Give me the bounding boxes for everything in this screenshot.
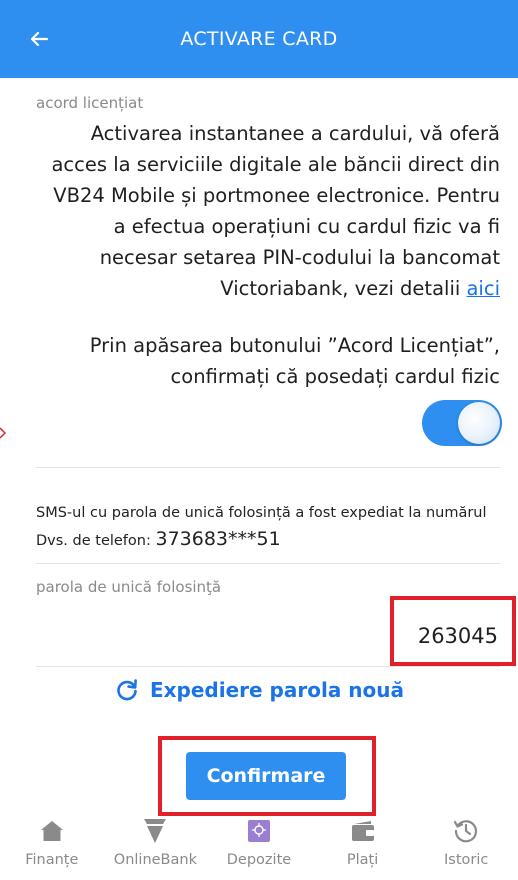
nav-item-plati[interactable]: Plați	[311, 818, 415, 868]
nav-label: Depozite	[226, 852, 292, 868]
nav-label: Finanțe	[25, 852, 79, 868]
refresh-icon	[117, 679, 137, 701]
license-text: Activarea instantanee a cardului, vă ofe…	[36, 118, 500, 304]
otp-label: parola de unică folosinţă	[36, 578, 222, 596]
confirm-notice: Prin apăsarea butonului ”Acord Licențiat…	[89, 334, 500, 388]
nav-label: OnlineBank	[113, 852, 197, 868]
confirm-button[interactable]: Confirmare	[186, 752, 346, 800]
otp-input[interactable]	[36, 618, 500, 654]
wallet-icon	[350, 818, 376, 844]
divider	[36, 563, 500, 564]
details-link[interactable]: aici	[466, 277, 500, 300]
history-icon	[453, 818, 479, 844]
edge-mark-icon	[0, 427, 6, 439]
resend-label: Expediere parola nouă	[149, 678, 404, 702]
resend-password-link[interactable]: Expediere parola nouă	[0, 677, 518, 703]
bottom-nav: Finanțe OnlineBank Depozite Plați Istori…	[0, 818, 518, 880]
app-header: ACTIVARE CARD	[0, 0, 518, 78]
license-label: acord licențiat	[36, 94, 144, 112]
license-toggle[interactable]	[422, 400, 502, 446]
arrow-left-icon	[30, 31, 49, 47]
sms-info: SMS-ul cu parola de unică folosință a fo…	[36, 500, 506, 554]
nav-label: Plați	[346, 852, 379, 868]
activation-screen: ACTIVARE CARD acord licențiat Activarea …	[0, 0, 518, 880]
nav-item-onlinebank[interactable]: OnlineBank	[104, 818, 208, 868]
divider	[36, 666, 500, 667]
nav-item-finante[interactable]: Finanțe	[0, 818, 104, 868]
toggle-knob	[458, 402, 500, 444]
phone-number: 373683***51	[155, 528, 281, 550]
nav-item-depozite[interactable]: Depozite	[207, 818, 311, 868]
page-title: ACTIVARE CARD	[180, 28, 338, 50]
home-icon	[39, 818, 65, 844]
deposit-icon	[246, 818, 272, 844]
license-body: Activarea instantanee a cardului, vă ofe…	[51, 122, 500, 300]
back-button[interactable]	[26, 26, 52, 52]
divider	[36, 467, 500, 468]
funnel-icon	[142, 818, 168, 844]
nav-label: Istoric	[443, 852, 489, 868]
nav-item-istoric[interactable]: Istoric	[414, 818, 518, 868]
